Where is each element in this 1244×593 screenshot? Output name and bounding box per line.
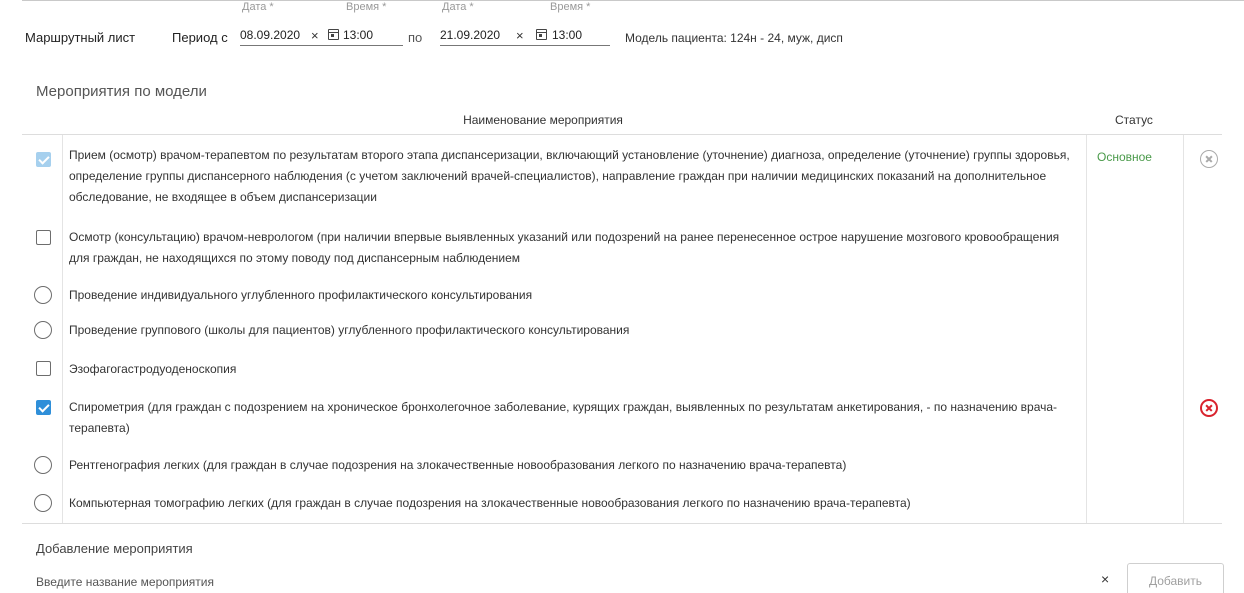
activity-name: Проведение индивидуального углубленного …	[69, 288, 533, 302]
activity-name: Проведение группового (школы для пациент…	[69, 323, 630, 337]
start-date-value[interactable]: 08.09.2020	[240, 28, 300, 42]
start-datetime-field[interactable]: Дата * Время * 08.09.2020 × 13:00	[240, 0, 403, 46]
calendar-icon[interactable]	[328, 29, 339, 40]
top-divider	[22, 0, 1244, 1]
activity-radio[interactable]	[34, 321, 52, 339]
activity-radio[interactable]	[34, 286, 52, 304]
remove-circle-icon[interactable]	[1200, 399, 1218, 417]
table-header-divider	[22, 134, 1222, 135]
end-time-value[interactable]: 13:00	[552, 28, 582, 42]
add-activity-title: Добавление мероприятия	[36, 541, 193, 556]
column-divider	[62, 135, 63, 523]
column-divider	[1086, 135, 1087, 523]
activity-name: Компьютерная томографию легких (для граж…	[69, 496, 911, 510]
activity-name: Рентгенография легких (для граждан в слу…	[69, 458, 847, 472]
add-input-clear-icon[interactable]: ×	[1101, 571, 1109, 587]
activity-radio[interactable]	[34, 494, 52, 512]
activity-radio[interactable]	[34, 456, 52, 474]
end-date-label: Дата *	[442, 1, 474, 13]
patient-model-info: Модель пациента: 124н - 24, муж, дисп	[625, 31, 843, 45]
calendar-icon[interactable]	[536, 29, 547, 40]
activity-name: Прием (осмотр) врачом-терапевтом по резу…	[69, 148, 1070, 204]
section-title: Мероприятия по модели	[36, 83, 207, 100]
end-time-label: Время *	[550, 1, 591, 13]
activity-name: Осмотр (консультацию) врачом-неврологом …	[69, 230, 1060, 265]
column-divider	[1183, 135, 1184, 523]
activity-name: Спирометрия (для граждан с подозрением н…	[69, 400, 1058, 435]
period-to-label: по	[408, 30, 423, 45]
column-header-status: Статус	[1115, 113, 1153, 127]
column-header-name: Наименование мероприятия	[463, 113, 623, 127]
activity-checkbox[interactable]	[36, 230, 51, 245]
remove-circle-icon[interactable]	[1200, 150, 1218, 168]
activity-checkbox[interactable]	[36, 361, 51, 376]
status-label: Основное	[1097, 150, 1152, 164]
end-date-value[interactable]: 21.09.2020	[440, 28, 500, 42]
start-time-label: Время *	[346, 1, 387, 13]
start-time-value[interactable]: 13:00	[343, 28, 373, 42]
start-date-clear-icon[interactable]: ×	[311, 28, 319, 43]
period-from-label: Период с	[172, 30, 228, 45]
end-date-clear-icon[interactable]: ×	[516, 28, 524, 43]
activity-checkbox[interactable]	[36, 152, 51, 167]
start-date-label: Дата *	[242, 1, 274, 13]
end-datetime-field[interactable]: Дата * Время * 21.09.2020 × 13:00	[440, 0, 610, 46]
table-bottom-divider	[22, 523, 1222, 524]
route-sheet-title: Маршрутный лист	[25, 30, 136, 45]
activity-name: Эзофагогастродуоденоскопия	[69, 362, 237, 376]
activity-checkbox[interactable]	[36, 400, 51, 415]
add-activity-button[interactable]: Добавить	[1127, 563, 1224, 593]
add-activity-input[interactable]	[36, 572, 1086, 592]
